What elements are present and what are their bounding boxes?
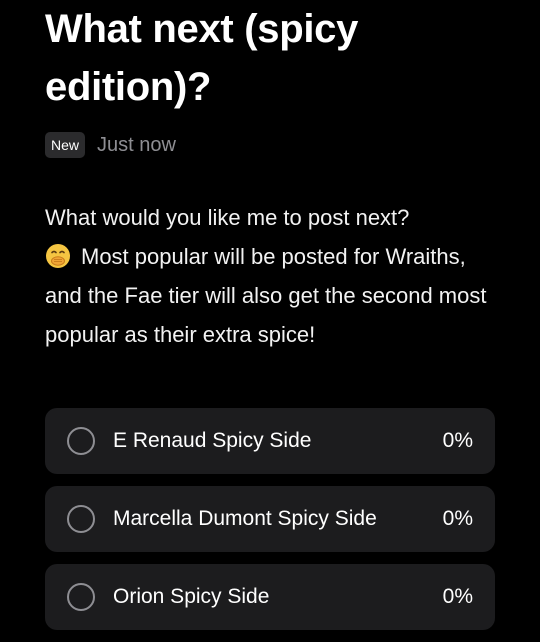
new-badge: New [45,132,86,158]
post-body-line1: What would you like me to post next? [45,205,410,230]
radio-circle-icon[interactable] [67,505,95,533]
poll-option-e-renaud[interactable]: E Renaud Spicy Side 0% [45,408,495,474]
radio-circle-icon[interactable] [67,583,95,611]
poll-option-label: Orion Spicy Side [113,585,270,608]
post-title: What next (spicy edition)? [45,7,359,109]
post-body-rest: Most popular will be posted for Wraiths,… [45,244,487,347]
poll-option-percent: 0% [442,507,473,530]
poll-option-label: Marcella Dumont Spicy Side [113,507,377,530]
poll-option-orion[interactable]: Orion Spicy Side 0% [45,564,495,630]
hand-over-mouth-emoji-icon [45,242,71,268]
poll: E Renaud Spicy Side 0% Marcella Dumont S… [45,408,495,642]
poll-option-label: E Renaud Spicy Side [113,429,312,452]
poll-option-percent: 0% [442,585,473,608]
post-body: What would you like me to post next? Mos… [45,198,495,354]
poll-option-marcella-dumont[interactable]: Marcella Dumont Spicy Side 0% [45,486,495,552]
poll-option-percent: 0% [442,429,473,452]
post-timestamp: Just now [97,133,176,156]
radio-circle-icon[interactable] [67,427,95,455]
post: What next (spicy edition)? New Just now … [45,0,495,354]
post-meta: New Just now [45,130,495,160]
